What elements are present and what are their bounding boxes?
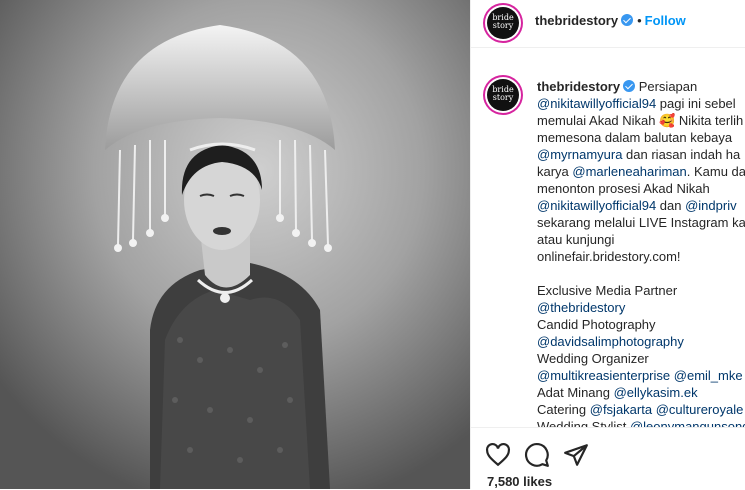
- mention-link[interactable]: @thebridestory: [537, 300, 625, 315]
- avatar-logo-text: bride story: [492, 85, 514, 102]
- caption-line: @myrnamyura dan riasan indah ha: [537, 146, 745, 163]
- follow-button[interactable]: Follow: [645, 13, 686, 28]
- verified-badge-icon: [621, 14, 634, 26]
- caption-text: Catering: [537, 402, 590, 417]
- post-actions: 7,580 likes: [471, 427, 745, 490]
- mention-link[interactable]: @nikitawillyofficial94: [537, 198, 656, 213]
- caption-text: onlinefair.bridestory.com!: [537, 249, 681, 264]
- heart-icon[interactable]: [485, 442, 511, 468]
- caption-text: Wedding Organizer: [537, 351, 649, 366]
- caption-line: sekarang melalui LIVE Instagram ka: [537, 214, 745, 231]
- mention-link[interactable]: @emil_mke: [674, 368, 743, 383]
- mention-link[interactable]: @leonymangunsong: [630, 419, 745, 427]
- caption-line: Wedding Organizer: [537, 350, 745, 367]
- caption-line: @thebridestory: [537, 299, 745, 316]
- caption-line: Candid Photography: [537, 316, 745, 333]
- separator-dot: •: [637, 13, 642, 28]
- caption-text: Candid Photography: [537, 317, 656, 332]
- caption-text: Persiapan: [638, 79, 698, 94]
- caption-text: memulai Akad Nikah 🥰 Nikita terlih: [537, 113, 744, 128]
- post-caption: thebridestory Persiapan @nikitawillyoffi…: [537, 78, 745, 427]
- caption-text: menonton prosesi Akad Nikah: [537, 181, 710, 196]
- post-photo[interactable]: [0, 0, 470, 489]
- caption-text: Adat Minang: [537, 385, 614, 400]
- avatar-logo-text: bride story: [492, 13, 514, 30]
- mention-link[interactable]: @ellykasim.ek: [614, 385, 698, 400]
- caption-line: Catering @fsjakarta @cultureroyale: [537, 401, 745, 418]
- caption-username-link[interactable]: thebridestory: [537, 79, 620, 94]
- caption-text: atau kunjungi: [537, 232, 615, 247]
- caption-text: karya: [537, 164, 573, 179]
- profile-avatar[interactable]: bride story: [487, 7, 519, 39]
- caption-line: onlinefair.bridestory.com!: [537, 248, 745, 265]
- post-sidebar: bride story thebridestory • Follow bride sto…: [470, 0, 745, 489]
- mention-link[interactable]: @cultureroyale: [656, 402, 744, 417]
- caption-line: memulai Akad Nikah 🥰 Nikita terlih: [537, 112, 745, 129]
- caption-line: @multikreasienterprise @emil_mke: [537, 367, 745, 384]
- mention-link[interactable]: @nikitawillyofficial94: [537, 96, 656, 111]
- caption-line: atau kunjungi: [537, 231, 745, 248]
- caption-line: [537, 265, 745, 282]
- mention-link[interactable]: @marleneahariman: [572, 164, 686, 179]
- verified-badge-icon: [623, 80, 636, 92]
- caption-line: @nikitawillyofficial94 pagi ini sebel: [537, 95, 745, 112]
- bride-photo-illustration: [0, 0, 470, 489]
- likes-count[interactable]: 7,580 likes: [487, 474, 552, 489]
- caption-text: Wedding Stylist: [537, 419, 630, 427]
- caption-line: Exclusive Media Partner: [537, 282, 745, 299]
- caption-line: karya @marleneahariman. Kamu da: [537, 163, 745, 180]
- username-link[interactable]: thebridestory: [535, 13, 618, 28]
- share-icon[interactable]: [563, 442, 589, 468]
- caption-first-line: thebridestory Persiapan: [537, 78, 745, 95]
- caption-text: . Kamu da: [686, 164, 745, 179]
- comment-icon[interactable]: [524, 442, 550, 468]
- mention-link[interactable]: @multikreasienterprise: [537, 368, 670, 383]
- mention-link[interactable]: @fsjakarta: [590, 402, 652, 417]
- caption-text: Exclusive Media Partner: [537, 283, 678, 298]
- header-line: thebridestory • Follow: [535, 13, 686, 28]
- caption-text: pagi ini sebel: [656, 96, 736, 111]
- caption-line: Wedding Stylist @leonymangunsong: [537, 418, 745, 427]
- post-header: bride story thebridestory • Follow: [471, 0, 745, 48]
- caption-line: @nikitawillyofficial94 dan @indpriv: [537, 197, 745, 214]
- caption-text: dan: [656, 198, 686, 213]
- mention-link[interactable]: @myrnamyura: [537, 147, 622, 162]
- caption-text: sekarang melalui LIVE Instagram ka: [537, 215, 745, 230]
- mention-link[interactable]: @indpriv: [685, 198, 737, 213]
- caption-line: menonton prosesi Akad Nikah: [537, 180, 745, 197]
- caption-line: memesona dalam balutan kebaya: [537, 129, 745, 146]
- comments-scroll-area[interactable]: bride story thebridestory Persiapan @niki…: [471, 63, 745, 427]
- caption-text: dan riasan indah ha: [622, 147, 741, 162]
- caption-line: @davidsalimphotography: [537, 333, 745, 350]
- caption-text: memesona dalam balutan kebaya: [537, 130, 733, 145]
- caption-line: Adat Minang @ellykasim.ek: [537, 384, 745, 401]
- caption-avatar[interactable]: bride story: [487, 79, 519, 111]
- mention-link[interactable]: @davidsalimphotography: [537, 334, 684, 349]
